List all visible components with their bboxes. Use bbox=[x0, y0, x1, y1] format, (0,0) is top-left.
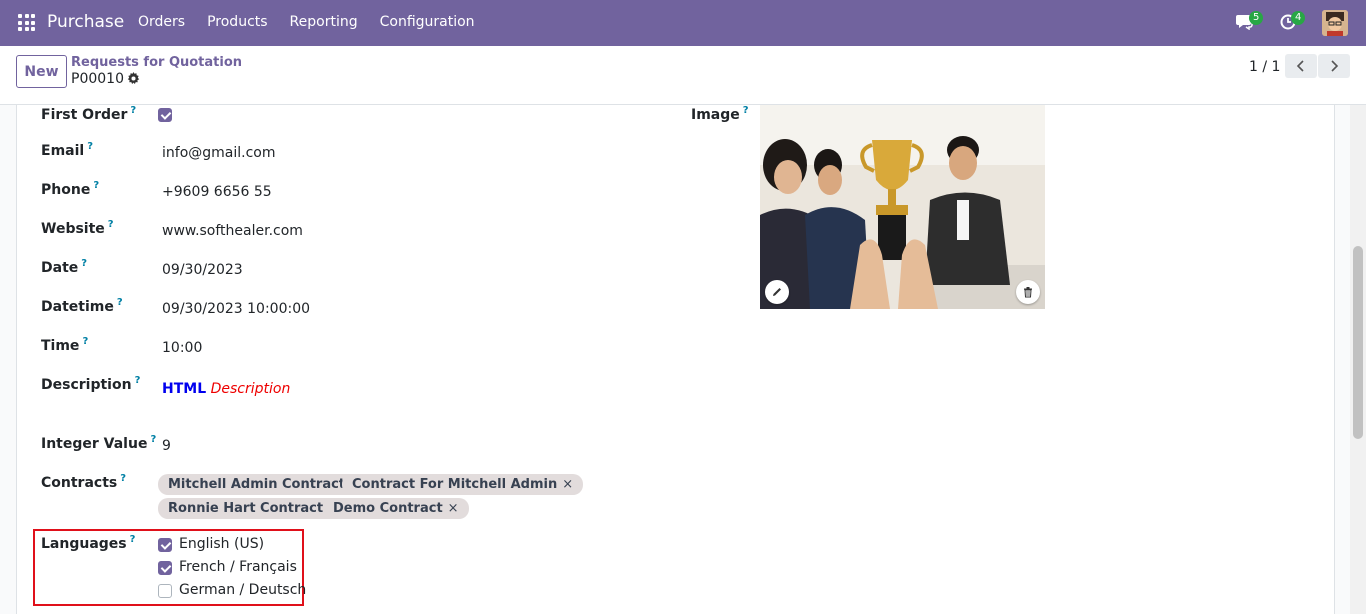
field-label-languages: Languages? bbox=[41, 534, 136, 552]
page-scrollbar-thumb[interactable] bbox=[1353, 246, 1363, 439]
language-label-french[interactable]: French / Français bbox=[179, 559, 297, 575]
gear-icon[interactable] bbox=[127, 72, 140, 85]
menu-orders[interactable]: Orders bbox=[138, 14, 185, 30]
time-field[interactable]: 10:00 bbox=[162, 340, 202, 356]
integer-value-field[interactable]: 9 bbox=[162, 438, 171, 454]
field-label-phone: Phone? bbox=[41, 180, 100, 198]
tag-label: Mitchell Admin Contract bbox=[168, 477, 346, 492]
apps-menu-icon[interactable] bbox=[18, 14, 35, 31]
tag-remove-icon[interactable]: × bbox=[562, 477, 573, 492]
tag-label: Demo Contract bbox=[333, 501, 443, 516]
field-label-first-order: First Order? bbox=[41, 105, 137, 123]
contract-tag[interactable]: Demo Contract × bbox=[323, 498, 469, 519]
tag-label: Contract For Mitchell Admin bbox=[352, 477, 558, 492]
menu-reporting[interactable]: Reporting bbox=[290, 14, 358, 30]
first-order-checkbox[interactable] bbox=[158, 108, 172, 122]
chevron-left-icon bbox=[1296, 60, 1304, 72]
chevron-right-icon bbox=[1331, 60, 1339, 72]
date-field[interactable]: 09/30/2023 bbox=[162, 262, 243, 278]
delete-image-button[interactable] bbox=[1016, 280, 1040, 304]
pager-value[interactable]: 1 / 1 bbox=[1249, 59, 1280, 75]
help-tooltip-icon[interactable]: ? bbox=[130, 534, 136, 545]
help-tooltip-icon[interactable]: ? bbox=[135, 375, 141, 386]
description-html-bold-text: HTML bbox=[162, 381, 207, 397]
edit-image-button[interactable] bbox=[765, 280, 789, 304]
website-field[interactable]: www.softhealer.com bbox=[162, 223, 303, 239]
help-tooltip-icon[interactable]: ? bbox=[93, 180, 99, 191]
messages-count-badge: 5 bbox=[1249, 11, 1264, 25]
contract-tag[interactable]: Mitchell Admin Contract× bbox=[158, 474, 371, 495]
breadcrumb-requests-for-quotation[interactable]: Requests for Quotation bbox=[71, 55, 242, 70]
field-label-date: Date? bbox=[41, 258, 88, 276]
datetime-field[interactable]: 09/30/2023 10:00:00 bbox=[162, 301, 310, 317]
description-html-field[interactable]: HTML Description bbox=[162, 381, 290, 397]
control-panel: New Requests for Quotation P00010 1 / 1 bbox=[0, 46, 1366, 105]
new-button[interactable]: New bbox=[16, 55, 67, 88]
tag-remove-icon[interactable]: × bbox=[448, 501, 459, 516]
help-tooltip-icon[interactable]: ? bbox=[150, 434, 156, 445]
trophy-photo bbox=[760, 105, 1045, 309]
help-tooltip-icon[interactable]: ? bbox=[87, 141, 93, 152]
field-label-image: Image? bbox=[691, 105, 749, 123]
field-label-integer-value: Integer Value? bbox=[41, 434, 157, 452]
record-name: P00010 bbox=[71, 71, 124, 87]
user-avatar[interactable] bbox=[1322, 10, 1348, 36]
menu-configuration[interactable]: Configuration bbox=[380, 14, 475, 30]
main-menu: Orders Products Reporting Configuration bbox=[138, 14, 497, 30]
help-tooltip-icon[interactable]: ? bbox=[108, 219, 114, 230]
help-tooltip-icon[interactable]: ? bbox=[130, 105, 136, 116]
pager-next-button[interactable] bbox=[1318, 54, 1350, 78]
field-label-email: Email? bbox=[41, 141, 94, 159]
language-checkbox-german[interactable] bbox=[158, 584, 172, 598]
image-field[interactable] bbox=[760, 105, 1045, 309]
field-label-datetime: Datetime? bbox=[41, 297, 123, 315]
field-label-description: Description? bbox=[41, 375, 141, 393]
description-italic-text: Description bbox=[210, 381, 291, 397]
pager-previous-button[interactable] bbox=[1285, 54, 1317, 78]
email-field[interactable]: info@gmail.com bbox=[162, 145, 276, 161]
language-label-english[interactable]: English (US) bbox=[179, 536, 264, 552]
language-label-german[interactable]: German / Deutsch bbox=[179, 582, 306, 598]
menu-products[interactable]: Products bbox=[207, 14, 267, 30]
app-brand[interactable]: Purchase bbox=[47, 12, 124, 32]
help-tooltip-icon[interactable]: ? bbox=[743, 105, 749, 116]
activities-count-badge: 4 bbox=[1291, 11, 1306, 25]
field-label-website: Website? bbox=[41, 219, 114, 237]
contract-tag[interactable]: Contract For Mitchell Admin × bbox=[342, 474, 584, 495]
language-checkbox-english[interactable] bbox=[158, 538, 172, 552]
contract-tag[interactable]: Ronnie Hart Contract× bbox=[158, 498, 350, 519]
trash-icon bbox=[1024, 287, 1032, 298]
pencil-icon bbox=[773, 288, 781, 296]
tag-label: Ronnie Hart Contract bbox=[168, 501, 324, 516]
top-navbar: Purchase Orders Products Reporting Confi… bbox=[0, 0, 1366, 46]
field-label-contracts: Contracts? bbox=[41, 473, 127, 491]
help-tooltip-icon[interactable]: ? bbox=[117, 297, 123, 308]
help-tooltip-icon[interactable]: ? bbox=[81, 258, 87, 269]
language-checkbox-french[interactable] bbox=[158, 561, 172, 575]
help-tooltip-icon[interactable]: ? bbox=[82, 336, 88, 347]
help-tooltip-icon[interactable]: ? bbox=[120, 473, 126, 484]
field-label-time: Time? bbox=[41, 336, 89, 354]
phone-field[interactable]: +9609 6656 55 bbox=[162, 184, 272, 200]
